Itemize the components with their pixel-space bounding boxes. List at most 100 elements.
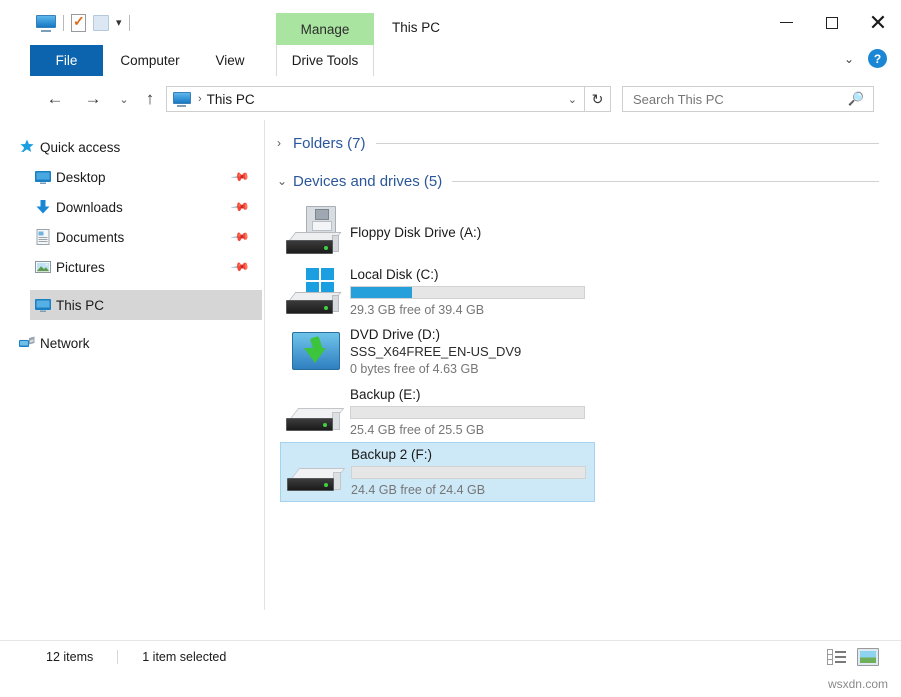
group-header-devices-and-drives[interactable]: ⌄ Devices and drives (5) [265, 166, 901, 196]
address-bar: ← → ⌄ ↑ › This PC ⌄ ↻ 🔍 [0, 76, 901, 120]
drive-item-backup2-f[interactable]: Backup 2 (F:) 24.4 GB free of 24.4 GB [280, 442, 595, 502]
pin-icon[interactable]: 📌 [230, 227, 250, 247]
details-view-button[interactable] [827, 649, 847, 665]
tab-file[interactable]: File [30, 45, 103, 76]
drive-info: Floppy Disk Drive (A:) [350, 224, 481, 241]
help-icon[interactable]: ? [868, 49, 887, 68]
address-path-box[interactable]: › This PC ⌄ [166, 86, 585, 112]
item-count: 12 items [46, 650, 93, 664]
close-button[interactable]: ✕ [855, 0, 901, 45]
title-bar: ▾ Manage This PC ✕ [0, 0, 901, 45]
download-icon [34, 198, 52, 216]
pin-icon[interactable]: 📌 [230, 167, 250, 187]
sidebar-item-pictures[interactable]: Pictures 📌 [0, 252, 264, 282]
chevron-down-icon[interactable]: ⌄ [568, 93, 577, 106]
refresh-button[interactable]: ↻ [585, 86, 611, 112]
chevron-down-icon[interactable]: ⌄ [844, 52, 854, 66]
drive-info: DVD Drive (D:) SSS_X64FREE_EN-US_DV9 0 b… [350, 326, 521, 378]
pictures-icon [34, 258, 52, 276]
properties-icon[interactable] [71, 14, 86, 32]
forward-button[interactable]: → [82, 88, 104, 110]
recent-locations-dropdown-icon[interactable]: ⌄ [113, 88, 135, 110]
drive-info: Backup 2 (F:) 24.4 GB free of 24.4 GB [351, 446, 586, 499]
group-rule [376, 143, 879, 144]
sidebar-item-label: Quick access [40, 140, 120, 155]
tab-computer-label: Computer [120, 53, 179, 68]
network-icon [18, 334, 36, 352]
sidebar-item-label: Pictures [56, 260, 105, 275]
content-area: Quick access Desktop 📌 Downloads 📌 Docum… [0, 120, 901, 610]
manage-label: Manage [301, 22, 350, 37]
drive-item-local-disk-c[interactable]: Local Disk (C:) 29.3 GB free of 39.4 GB [280, 262, 595, 322]
new-folder-icon[interactable] [93, 15, 109, 31]
drive-name: DVD Drive (D:) [350, 326, 521, 343]
view-mode-buttons [827, 648, 879, 666]
large-icons-view-button[interactable] [857, 648, 879, 666]
search-icon[interactable]: 🔍 [848, 91, 864, 107]
sidebar-item-this-pc[interactable]: This PC [30, 290, 262, 320]
pin-icon[interactable]: 📌 [230, 257, 250, 277]
search-box[interactable]: 🔍 [622, 86, 874, 112]
breadcrumb[interactable]: This PC [207, 92, 255, 107]
sidebar-item-downloads[interactable]: Downloads 📌 [0, 192, 264, 222]
drive-info: Local Disk (C:) 29.3 GB free of 39.4 GB [350, 266, 585, 319]
capacity-bar-fill [351, 287, 412, 298]
windows-local-disk-icon [284, 266, 346, 318]
maximize-button[interactable] [809, 0, 855, 45]
ribbon-right-controls: ⌄ ? [844, 49, 887, 68]
sidebar-item-label: Desktop [56, 170, 106, 185]
back-button[interactable]: ← [44, 88, 66, 110]
sidebar-item-label: Network [40, 336, 90, 351]
watermark: wsxdn.com [828, 677, 888, 691]
floppy-drive-icon [284, 206, 346, 258]
sidebar-spacer [0, 282, 264, 290]
tab-drive-tools-label: Drive Tools [292, 53, 359, 68]
desktop-icon [34, 168, 52, 186]
this-pc-icon[interactable] [36, 15, 56, 32]
ribbon-tab-strip: File Computer View Drive Tools ⌄ ? [0, 45, 901, 76]
drive-name: Floppy Disk Drive (A:) [350, 224, 481, 241]
this-pc-icon [173, 92, 191, 107]
toolbar-divider [63, 15, 64, 31]
chevron-right-icon[interactable]: › [277, 136, 293, 150]
minimize-button[interactable] [763, 0, 809, 45]
drive-name: Local Disk (C:) [350, 266, 585, 283]
quick-access-toolbar: ▾ [36, 14, 130, 32]
sidebar-item-label: This PC [56, 298, 104, 313]
tab-drive-tools[interactable]: Drive Tools [276, 45, 374, 76]
drive-item-dvd-d[interactable]: DVD Drive (D:) SSS_X64FREE_EN-US_DV9 0 b… [280, 322, 595, 382]
customize-toolbar-dropdown-icon[interactable]: ▾ [116, 18, 122, 29]
document-icon [34, 228, 52, 246]
status-bar: 12 items 1 item selected [0, 640, 901, 672]
group-header-label: Folders (7) [293, 135, 366, 152]
sidebar-item-desktop[interactable]: Desktop 📌 [0, 162, 264, 192]
drive-item-backup-e[interactable]: Backup (E:) 25.4 GB free of 25.5 GB [280, 382, 595, 442]
tab-view[interactable]: View [205, 45, 255, 76]
drive-free-space: 25.4 GB free of 25.5 GB [350, 422, 585, 439]
drive-name: Backup (E:) [350, 386, 585, 403]
capacity-bar [350, 406, 585, 419]
drive-item-floppy-a[interactable]: Floppy Disk Drive (A:) [280, 202, 595, 262]
group-header-folders[interactable]: › Folders (7) [265, 128, 901, 158]
sidebar-item-documents[interactable]: Documents 📌 [0, 222, 264, 252]
up-button[interactable]: ↑ [139, 88, 161, 110]
drive-free-space: 0 bytes free of 4.63 GB [350, 361, 521, 378]
external-drive-icon [284, 386, 346, 438]
navigation-pane: Quick access Desktop 📌 Downloads 📌 Docum… [0, 120, 265, 610]
group-rule [452, 181, 879, 182]
drive-list: Floppy Disk Drive (A:) Local Disk (C:) 2… [265, 202, 901, 502]
external-drive-icon [285, 446, 347, 498]
capacity-bar [350, 286, 585, 299]
drive-volume-label: SSS_X64FREE_EN-US_DV9 [350, 343, 521, 360]
pin-icon[interactable]: 📌 [230, 197, 250, 217]
file-list-pane: › Folders (7) ⌄ Devices and drives (5) F… [265, 120, 901, 610]
drive-name: Backup 2 (F:) [351, 446, 586, 463]
sidebar-item-network[interactable]: Network [0, 328, 264, 358]
tab-file-label: File [56, 53, 78, 68]
search-input[interactable] [631, 91, 831, 108]
breadcrumb-separator: › [198, 93, 202, 105]
chevron-down-icon[interactable]: ⌄ [277, 174, 293, 188]
sidebar-spacer [0, 320, 264, 328]
sidebar-item-quick-access[interactable]: Quick access [0, 132, 264, 162]
tab-computer[interactable]: Computer [111, 45, 189, 76]
